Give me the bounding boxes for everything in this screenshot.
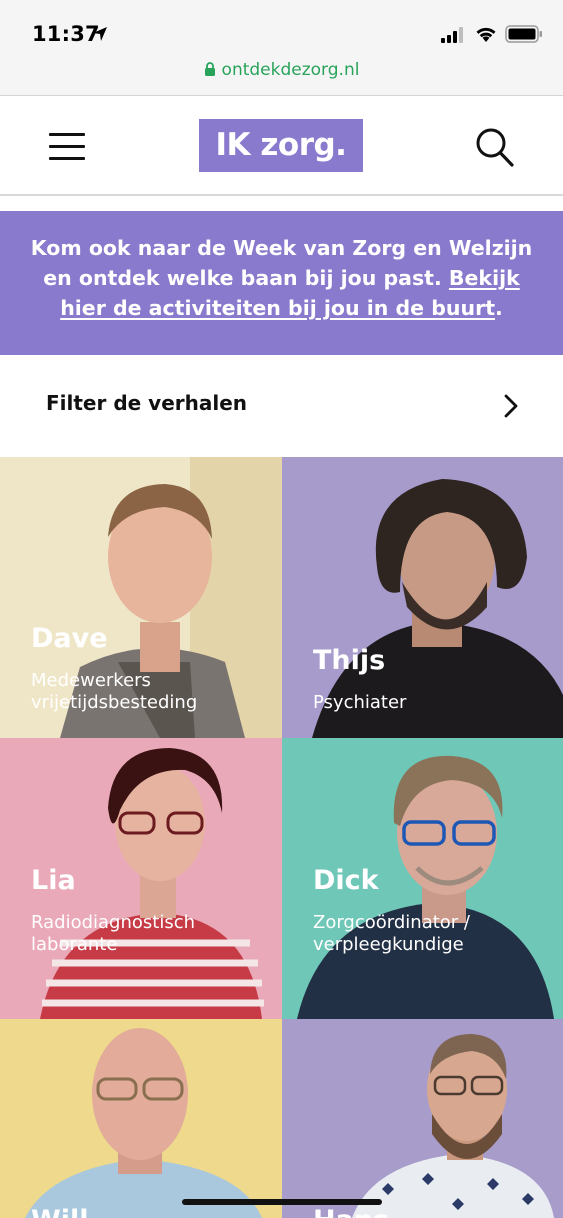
- story-card-will[interactable]: Will: [0, 1019, 282, 1218]
- address-bar[interactable]: ontdekdezorg.nl: [0, 60, 563, 80]
- story-role: Medewerkers vrijetijdsbesteding: [31, 670, 198, 713]
- status-time: 11:37: [32, 22, 100, 46]
- hamburger-menu-icon[interactable]: [46, 128, 88, 162]
- site-header: IK zorg.: [0, 96, 563, 196]
- story-name: Lia: [31, 865, 76, 896]
- location-arrow-icon: [93, 27, 107, 41]
- cellular-signal-icon: [441, 27, 463, 43]
- portrait-image: [282, 1019, 563, 1218]
- story-card-lia[interactable]: Lia Radiodiagnostisch laborante: [0, 738, 282, 1019]
- portrait-image: [0, 1019, 282, 1218]
- stories-grid: Dave Medewerkers vrijetijdsbesteding Thi…: [0, 457, 563, 1218]
- site-logo[interactable]: IK zorg.: [199, 119, 363, 172]
- filter-label: Filter de verhalen: [46, 391, 248, 415]
- status-bar: 11:37 ontdekdezorg.nl: [0, 0, 563, 96]
- wifi-icon: [476, 27, 496, 42]
- chevron-right-icon[interactable]: [500, 393, 522, 419]
- story-name: Dick: [313, 865, 379, 896]
- battery-icon: [505, 25, 542, 43]
- story-name: Hans: [313, 1205, 389, 1218]
- banner-suffix: .: [495, 296, 503, 320]
- url-text: ontdekdezorg.nl: [221, 60, 360, 80]
- story-role: Radiodiagnostisch laborante: [31, 912, 196, 955]
- announcement-banner: Kom ook naar de Week van Zorg en Welzijn…: [0, 211, 563, 355]
- story-name: Dave: [31, 623, 108, 654]
- filter-stories-row[interactable]: Filter de verhalen: [0, 355, 563, 457]
- story-name: Will: [31, 1205, 89, 1218]
- story-role: Zorgcoördinator / verpleegkundige: [313, 912, 470, 955]
- search-icon[interactable]: [472, 125, 516, 169]
- lock-icon: [204, 62, 215, 76]
- story-card-dick[interactable]: Dick Zorgcoördinator / verpleegkundige: [282, 738, 563, 1019]
- story-name: Thijs: [313, 645, 386, 676]
- home-indicator[interactable]: [182, 1199, 382, 1205]
- story-card-thijs[interactable]: Thijs Psychiater: [282, 457, 563, 738]
- story-card-dave[interactable]: Dave Medewerkers vrijetijdsbesteding: [0, 457, 282, 738]
- story-card-hans[interactable]: Hans: [282, 1019, 563, 1218]
- story-role: Psychiater: [313, 692, 407, 713]
